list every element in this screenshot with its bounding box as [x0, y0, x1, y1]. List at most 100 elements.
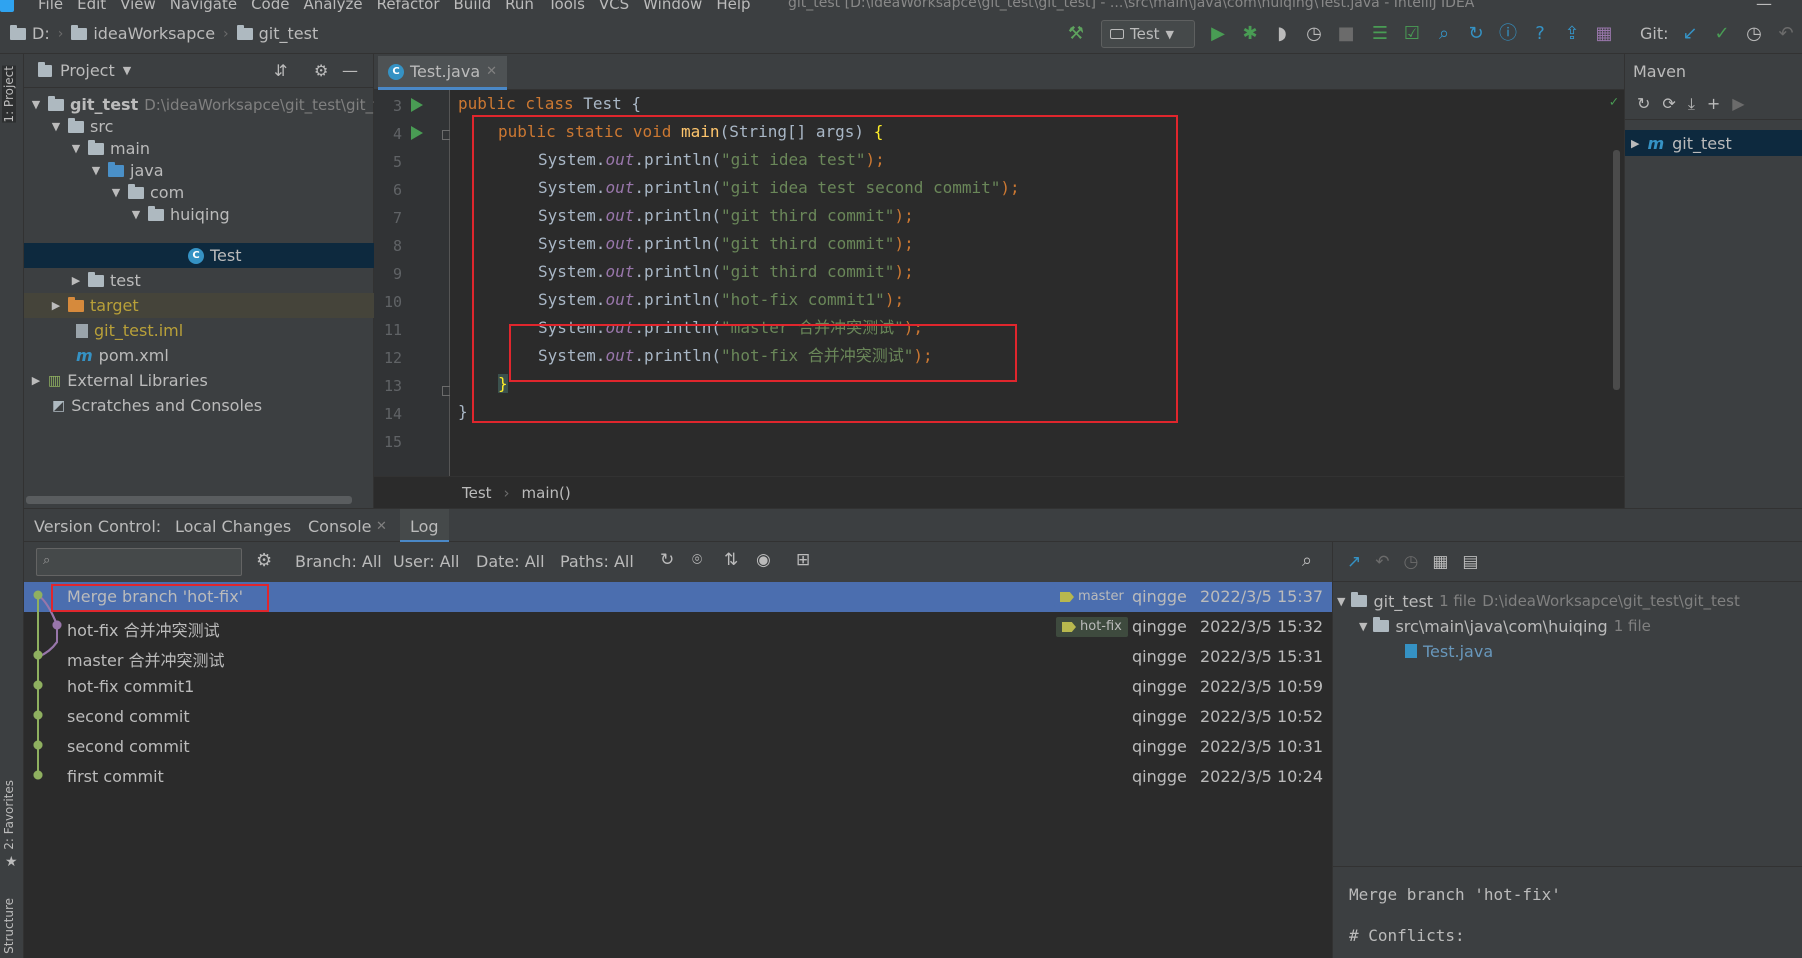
help-icon[interactable]: ?	[1530, 24, 1550, 44]
expanded-arrow-icon[interactable]: ▼	[30, 98, 42, 111]
inspection-ok-icon[interactable]: ✓	[1610, 94, 1618, 110]
profile-icon[interactable]: ◷	[1304, 24, 1324, 44]
upload-icon[interactable]: ⇪	[1562, 24, 1582, 44]
revert-icon[interactable]: ↶	[1375, 552, 1389, 572]
menu-help[interactable]: Help	[716, 0, 750, 13]
collapsed-arrow-icon[interactable]: ▶	[1631, 137, 1639, 150]
reload-icon[interactable]: ↻	[1637, 94, 1650, 113]
editor-vertical-scrollbar[interactable]	[1613, 150, 1620, 390]
expanded-arrow-icon[interactable]: ▼	[70, 142, 82, 155]
tree-item-scratches[interactable]: ◩ Scratches and Consoles	[52, 393, 262, 418]
tree-item-target[interactable]: ▶ target	[24, 293, 374, 318]
coverage-icon[interactable]: ◗	[1272, 24, 1292, 44]
paths-filter[interactable]: Paths: All	[560, 552, 634, 571]
minimize-icon[interactable]: —	[1756, 0, 1772, 13]
commit-row[interactable]: hot-fix 合并冲突测试 hot-fix qingge 2022/3/5 1…	[24, 612, 1332, 642]
menu-file[interactable]: File	[38, 0, 63, 13]
menu-view[interactable]: View	[120, 0, 156, 13]
tree-item-huiqing[interactable]: ▼ huiqing	[130, 202, 230, 227]
expanded-arrow-icon[interactable]: ▼	[130, 208, 142, 221]
menu-vcs[interactable]: VCS	[599, 0, 629, 13]
run-configuration-select[interactable]: Test ▼	[1101, 20, 1195, 48]
search-icon[interactable]: ⌕	[1302, 550, 1312, 571]
run-maven-icon[interactable]: ▶	[1732, 94, 1744, 113]
menu-build[interactable]: Build	[454, 0, 492, 13]
menu-edit[interactable]: Edit	[77, 0, 106, 13]
add-icon[interactable]: +	[1707, 94, 1720, 113]
favorites-tool-button[interactable]: 2: Favorites	[2, 780, 16, 850]
close-icon[interactable]: ✕	[486, 64, 497, 79]
details-dir[interactable]: ▼ src\main\java\com\huiqing 1 file	[1359, 613, 1651, 639]
menu-tools[interactable]: Tools	[548, 0, 585, 13]
build-hammer-icon[interactable]: ⚒	[1066, 24, 1086, 44]
collapsed-arrow-icon[interactable]: ▶	[70, 274, 82, 287]
breadcrumb-drive[interactable]: D:	[32, 24, 50, 43]
stop-icon[interactable]: ■	[1336, 24, 1356, 44]
menu-analyze[interactable]: Analyze	[303, 0, 362, 13]
close-icon[interactable]: ✕	[376, 519, 387, 534]
commit-row[interactable]: second commit qingge 2022/3/5 10:52	[24, 702, 1332, 732]
new-tab-icon[interactable]: ⊞	[796, 550, 810, 570]
gear-icon[interactable]: ⚙	[256, 550, 272, 571]
refresh-icon[interactable]: ↻	[1466, 24, 1486, 44]
tab-console[interactable]: Console	[308, 517, 372, 536]
expanded-arrow-icon[interactable]: ▼	[1337, 595, 1345, 608]
run-main-gutter-icon[interactable]	[411, 126, 423, 140]
tab-local-changes[interactable]: Local Changes	[175, 517, 291, 536]
hide-panel-icon[interactable]: —	[342, 61, 358, 80]
cherry-pick-icon[interactable]: ⌾	[692, 550, 702, 570]
run-icon[interactable]: ▶	[1208, 24, 1228, 44]
commit-row[interactable]: second commit qingge 2022/3/5 10:31	[24, 732, 1332, 762]
breadcrumb-class[interactable]: Test	[462, 484, 492, 502]
refresh-icon[interactable]: ↻	[660, 550, 674, 570]
expanded-arrow-icon[interactable]: ▼	[110, 186, 122, 199]
layout-icon[interactable]: ▤	[1462, 552, 1478, 572]
maven-project-item[interactable]: ▶ m git_test	[1625, 130, 1802, 156]
collapsed-arrow-icon[interactable]: ▶	[50, 299, 62, 312]
chevron-down-icon[interactable]: ▼	[123, 64, 131, 77]
log-search-input[interactable]: ⌕	[36, 548, 242, 576]
git-rollback-icon[interactable]: ↶	[1776, 24, 1796, 44]
commit-row[interactable]: hot-fix commit1 qingge 2022/3/5 10:59	[24, 672, 1332, 702]
tree-item-test-class[interactable]: C Test	[24, 243, 374, 268]
gear-icon[interactable]: ⚙	[314, 61, 328, 80]
menu-window[interactable]: Window	[643, 0, 702, 13]
structure-tool-button[interactable]: Structure	[2, 898, 16, 954]
tab-log[interactable]: Log	[400, 509, 449, 543]
breadcrumb-method[interactable]: main()	[522, 484, 571, 502]
tree-item-iml[interactable]: git_test.iml	[76, 318, 183, 343]
tree-item-pom[interactable]: m pom.xml	[76, 343, 169, 368]
user-filter[interactable]: User: All	[393, 552, 460, 571]
expanded-arrow-icon[interactable]: ▼	[90, 164, 102, 177]
group-by-icon[interactable]: ▦	[1432, 552, 1448, 572]
commit-check-icon[interactable]: ☑	[1402, 24, 1422, 44]
breadcrumb-workspace[interactable]: ideaWorksapce	[93, 24, 215, 43]
menu-refactor[interactable]: Refactor	[377, 0, 440, 13]
history-icon[interactable]: ◷	[1404, 552, 1419, 572]
tab-test-java[interactable]: C Test.java ✕	[378, 56, 508, 90]
sort-icon[interactable]: ⇅	[724, 550, 738, 570]
collapse-all-icon[interactable]: ⇵	[274, 61, 287, 80]
tree-item-test-folder[interactable]: ▶ test	[70, 268, 141, 293]
git-update-icon[interactable]: ↙	[1680, 24, 1700, 44]
info-icon[interactable]: ⓘ	[1498, 24, 1518, 44]
commit-row[interactable]: master 合并冲突测试 qingge 2022/3/5 15:31	[24, 642, 1332, 672]
show-diff-icon[interactable]: ↗	[1347, 552, 1361, 572]
details-file[interactable]: Test.java	[1405, 638, 1493, 664]
project-view-select[interactable]: Project	[60, 61, 115, 80]
git-history-icon[interactable]: ◷	[1744, 24, 1764, 44]
download-icon[interactable]: ⤓	[1688, 94, 1695, 114]
date-filter[interactable]: Date: All	[476, 552, 545, 571]
menu-navigate[interactable]: Navigate	[170, 0, 237, 13]
breadcrumb-project[interactable]: git_test	[259, 24, 319, 43]
expanded-arrow-icon[interactable]: ▼	[50, 120, 62, 133]
generate-sources-icon[interactable]: ⟳	[1662, 94, 1675, 113]
project-tool-button[interactable]: 1: Project	[2, 66, 16, 123]
search-everywhere-icon[interactable]: ⌕	[1434, 24, 1454, 44]
expanded-arrow-icon[interactable]: ▼	[1359, 620, 1367, 633]
menu-code[interactable]: Code	[251, 0, 289, 13]
branch-filter[interactable]: Branch: All	[295, 552, 382, 571]
collapsed-arrow-icon[interactable]: ▶	[30, 374, 42, 387]
debug-icon[interactable]: ✱	[1240, 24, 1260, 44]
run-class-gutter-icon[interactable]	[411, 98, 423, 112]
